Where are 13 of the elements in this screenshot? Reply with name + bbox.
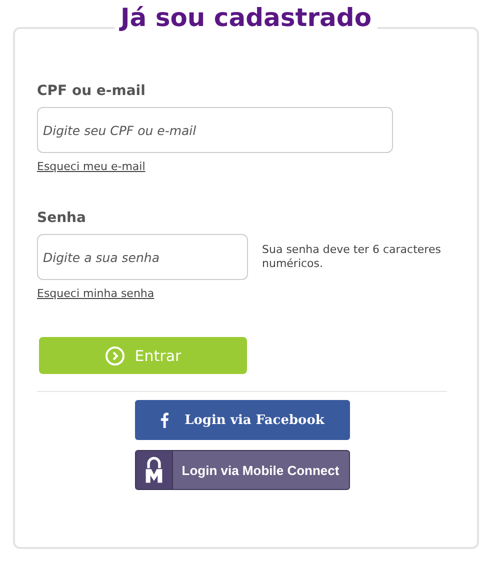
password-hint: Sua senha deve ter 6 caracteres numéricos. [262,243,442,272]
arrow-circle-icon [104,346,125,366]
section-title: Já sou cadastrado [114,3,378,32]
input-field[interactable]: Digite a sua senha [37,234,248,280]
mobile-connect-login-button[interactable]: Login via Mobile Connect [134,450,350,490]
field-label: Senha [37,210,87,226]
facebook-icon [160,412,169,428]
input-field[interactable]: Digite seu CPF ou e-mail [37,107,393,153]
forgot-link[interactable]: Esqueci meu e-mail [37,160,146,173]
field-label: CPF ou e-mail [37,83,146,99]
padlock-icon [144,456,164,484]
forgot-link[interactable]: Esqueci minha senha [37,287,154,300]
facebook-login-button[interactable]: Login via Facebook [134,400,350,440]
